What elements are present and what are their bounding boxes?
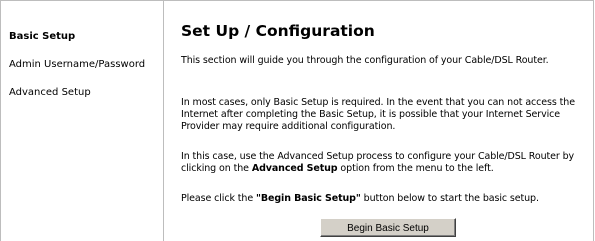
sidebar-item-admin-username-password[interactable]: Admin Username/Password [9,59,145,71]
begin-instruction-paragraph: Please click the "Begin Basic Setup" but… [181,193,594,205]
begin-basic-setup-button[interactable]: Begin Basic Setup [320,218,456,237]
advanced-setup-emphasis: Advanced Setup [251,163,338,174]
intro-paragraph: This section will guide you through the … [181,55,549,66]
begin-instruction-text-before: Please click the [181,193,257,204]
begin-instruction-emphasis: "Begin Basic Setup" [256,193,361,204]
advanced-setup-text-after: option from the menu to the left. [337,163,494,174]
sidebar-menu: Basic Setup Admin Username/Password Adva… [0,0,164,241]
begin-instruction-text-after: button below to start the basic setup. [360,193,539,204]
page-title: Set Up / Configuration [181,22,375,40]
sidebar-item-advanced-setup[interactable]: Advanced Setup [9,87,91,99]
basic-setup-paragraph: In most cases, only Basic Setup is requi… [181,97,575,132]
sidebar-item-basic-setup[interactable]: Basic Setup [9,31,75,43]
advanced-setup-paragraph: In this case, use the Advanced Setup pro… [181,151,594,175]
